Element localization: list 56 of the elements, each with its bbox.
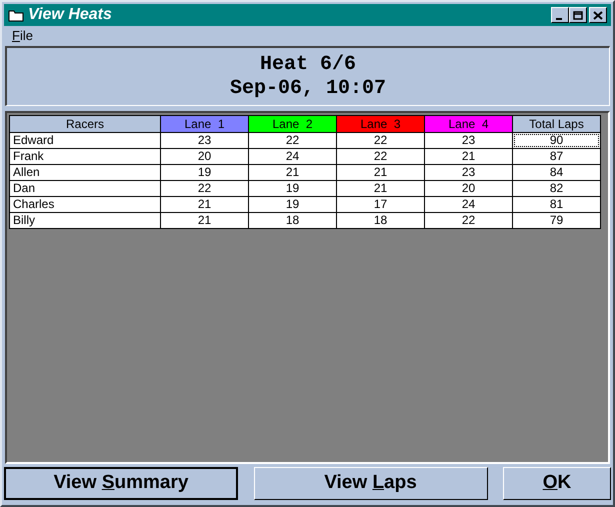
table-cell: 90 bbox=[513, 133, 600, 148]
table-cell: 19 bbox=[249, 181, 336, 196]
table-cell: 20 bbox=[425, 181, 512, 196]
table-cell: 22 bbox=[337, 149, 424, 164]
close-icon bbox=[593, 10, 603, 20]
table-cell: 81 bbox=[513, 197, 600, 212]
table-cell: 21 bbox=[249, 165, 336, 180]
table-cell: 22 bbox=[161, 181, 248, 196]
table-cell: 18 bbox=[249, 213, 336, 228]
table-cell: Allen bbox=[10, 165, 160, 180]
column-header: Racers bbox=[10, 116, 160, 132]
action-button[interactable]: View Laps bbox=[254, 467, 488, 500]
table-cell: 22 bbox=[337, 133, 424, 148]
table-cell: 82 bbox=[513, 181, 600, 196]
minimize-icon bbox=[556, 18, 562, 20]
table-cell: 79 bbox=[513, 213, 600, 228]
window-title: View Heats bbox=[28, 5, 113, 25]
heat-datetime: Sep-06, 10:07 bbox=[230, 76, 386, 100]
table-cell: 22 bbox=[249, 133, 336, 148]
column-header: Lane 3 bbox=[337, 116, 424, 132]
table-cell: 21 bbox=[337, 181, 424, 196]
table-cell: 21 bbox=[337, 165, 424, 180]
table-cell: Dan bbox=[10, 181, 160, 196]
maximize-button[interactable] bbox=[569, 7, 587, 23]
table-cell: Billy bbox=[10, 213, 160, 228]
table-cell: 21 bbox=[161, 197, 248, 212]
table-cell: 87 bbox=[513, 149, 600, 164]
table-cell: 23 bbox=[161, 133, 248, 148]
table-cell: 19 bbox=[249, 197, 336, 212]
table-cell: 84 bbox=[513, 165, 600, 180]
column-header: Lane 1 bbox=[161, 116, 248, 132]
table-cell: 21 bbox=[425, 149, 512, 164]
table-cell: Frank bbox=[10, 149, 160, 164]
action-button[interactable]: OK bbox=[503, 467, 611, 500]
close-button[interactable] bbox=[589, 7, 607, 23]
menu-item[interactable]: File bbox=[12, 26, 33, 46]
table-cell: 20 bbox=[161, 149, 248, 164]
table-cell: 17 bbox=[337, 197, 424, 212]
table-cell: Charles bbox=[10, 197, 160, 212]
table-cell: 18 bbox=[337, 213, 424, 228]
minimize-button[interactable] bbox=[551, 7, 569, 23]
table-cell: Edward bbox=[10, 133, 160, 148]
maximize-icon bbox=[573, 10, 583, 20]
table-cell: 22 bbox=[425, 213, 512, 228]
table-cell: 19 bbox=[161, 165, 248, 180]
table-cell: 23 bbox=[425, 165, 512, 180]
heat-title: Heat 6/6 bbox=[260, 52, 356, 76]
folder-icon bbox=[8, 8, 24, 22]
table-cell: 24 bbox=[425, 197, 512, 212]
column-header: Lane 4 bbox=[425, 116, 512, 132]
table-cell: 24 bbox=[249, 149, 336, 164]
column-header: Lane 2 bbox=[249, 116, 336, 132]
table-cell: 23 bbox=[425, 133, 512, 148]
action-button[interactable]: View Summary bbox=[4, 467, 238, 500]
table-cell: 21 bbox=[161, 213, 248, 228]
column-header: Total Laps bbox=[513, 116, 600, 132]
